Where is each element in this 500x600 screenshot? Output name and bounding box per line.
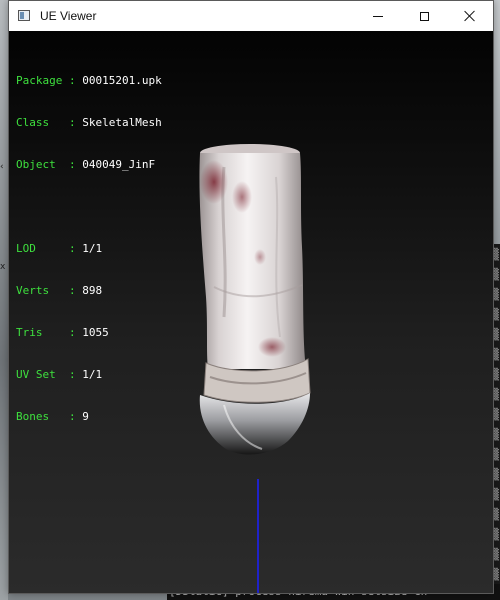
info-bones: Bones : 9: [16, 410, 89, 423]
minimize-button[interactable]: [355, 1, 401, 31]
edge-glyph: ‹: [0, 162, 4, 172]
app-icon: [18, 10, 30, 21]
info-class: Class : SkeletalMesh: [16, 116, 162, 129]
mesh-info-overlay: Package : 00015201.upk Class : SkeletalM…: [16, 46, 162, 452]
info-object: Object : 040049_JinF: [16, 158, 156, 171]
info-uvset: UV Set : 1/1: [16, 368, 103, 381]
3d-viewport[interactable]: Package : 00015201.upk Class : SkeletalM…: [9, 31, 493, 593]
maximize-icon: [419, 11, 429, 21]
close-button[interactable]: [447, 1, 493, 31]
info-package: Package : 00015201.upk: [16, 74, 162, 87]
window-title: UE Viewer: [40, 9, 97, 23]
info-tris: Tris : 1055: [16, 326, 109, 339]
desktop-left-edge: ‹ x: [0, 0, 8, 600]
edge-glyph: x: [0, 262, 6, 272]
close-icon: [464, 10, 476, 22]
minimize-icon: [373, 15, 383, 17]
stain: [200, 160, 228, 204]
info-lod: LOD : 1/1: [16, 242, 103, 255]
title-bar[interactable]: UE Viewer: [9, 1, 493, 31]
z-axis-line: [257, 479, 259, 593]
skeletal-mesh-render: [199, 144, 311, 455]
ue-viewer-window[interactable]: UE Viewer Package : 00015201.upk Class :…: [8, 0, 494, 594]
maximize-button[interactable]: [401, 1, 447, 31]
info-verts: Verts : 898: [16, 284, 103, 297]
